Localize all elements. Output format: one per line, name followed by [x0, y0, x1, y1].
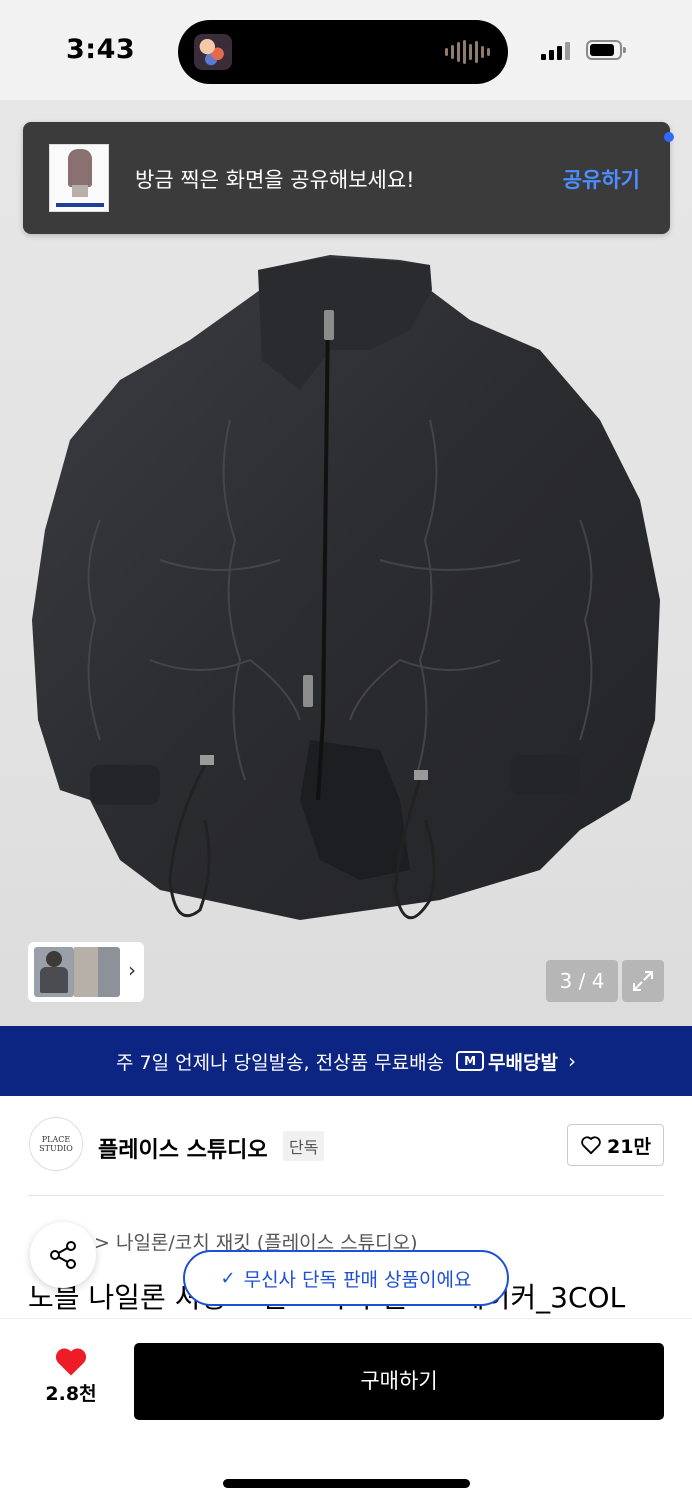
cellular-signal-icon: [541, 42, 570, 60]
bottom-action-bar: 2.8천 구매하기: [0, 1318, 692, 1500]
product-image-gallery[interactable]: [0, 100, 692, 1026]
exclusive-sale-tooltip: ✓ 무신사 단독 판매 상품이에요: [183, 1250, 509, 1306]
dynamic-island[interactable]: [178, 20, 508, 84]
delivery-promo-banner[interactable]: 주 7일 언제나 당일발송, 전상품 무료배송 M 무배당발 ›: [0, 1026, 692, 1096]
toast-message: 방금 찍은 화면을 공유해보세요!: [135, 168, 415, 192]
brand-like-button[interactable]: 21만: [567, 1124, 664, 1166]
status-bar: 3:43: [0, 0, 692, 100]
home-indicator[interactable]: [223, 1479, 470, 1488]
chevron-right-icon: ›: [567, 1049, 576, 1073]
favorite-count: 2.8천: [45, 1383, 97, 1405]
battery-icon: [586, 40, 626, 60]
favorite-button[interactable]: 2.8천: [36, 1345, 106, 1406]
buy-button[interactable]: 구매하기: [134, 1343, 664, 1420]
audio-waveform-icon: [445, 40, 490, 64]
thumbnail-model-image[interactable]: [34, 947, 74, 997]
image-page-counter: 3 / 4: [546, 960, 618, 1002]
exclusive-sale-text: 무신사 단독 판매 상품이에요: [243, 1268, 472, 1291]
status-time: 3:43: [66, 34, 136, 65]
delivery-truck-icon: M: [456, 1051, 485, 1071]
breadcrumb-separator: >: [94, 1232, 110, 1254]
heart-filled-icon: [55, 1348, 87, 1376]
screenshot-thumbnail: [49, 144, 109, 212]
image-thumbnail-strip[interactable]: ›: [28, 942, 144, 1002]
screenshot-share-toast[interactable]: 방금 찍은 화면을 공유해보세요! 공유하기: [23, 122, 674, 234]
check-icon: ✓: [220, 1267, 236, 1289]
expand-icon: [633, 971, 653, 991]
brand-name[interactable]: 플레이스 스튜디오: [98, 1132, 268, 1164]
brand-logo[interactable]: PLACE STUDIO: [29, 1117, 83, 1171]
exclusive-badge: 단독: [283, 1131, 325, 1161]
divider: [28, 1195, 664, 1196]
heart-outline-icon: [581, 1136, 601, 1155]
share-button[interactable]: [30, 1222, 96, 1288]
expand-button[interactable]: [622, 960, 664, 1002]
thumbnail-image[interactable]: [98, 947, 120, 997]
thumbnail-image[interactable]: [74, 947, 98, 997]
notification-dot-icon: [664, 132, 674, 142]
free-delivery-logo-text: 무배당발: [488, 1051, 558, 1074]
brand-row[interactable]: PLACE STUDIO 플레이스 스튜디오 단독 21만: [0, 1096, 692, 1196]
share-icon: [50, 1241, 76, 1269]
free-delivery-logo: M 무배당발: [456, 1048, 558, 1075]
share-button[interactable]: 공유하기: [563, 164, 640, 194]
jacket-image: [32, 255, 660, 920]
chevron-right-icon[interactable]: ›: [128, 958, 136, 982]
now-playing-artwork-icon: [194, 34, 232, 70]
delivery-promo-text: 주 7일 언제나 당일발송, 전상품 무료배송: [116, 1051, 445, 1074]
brand-like-count: 21만: [607, 1135, 651, 1158]
